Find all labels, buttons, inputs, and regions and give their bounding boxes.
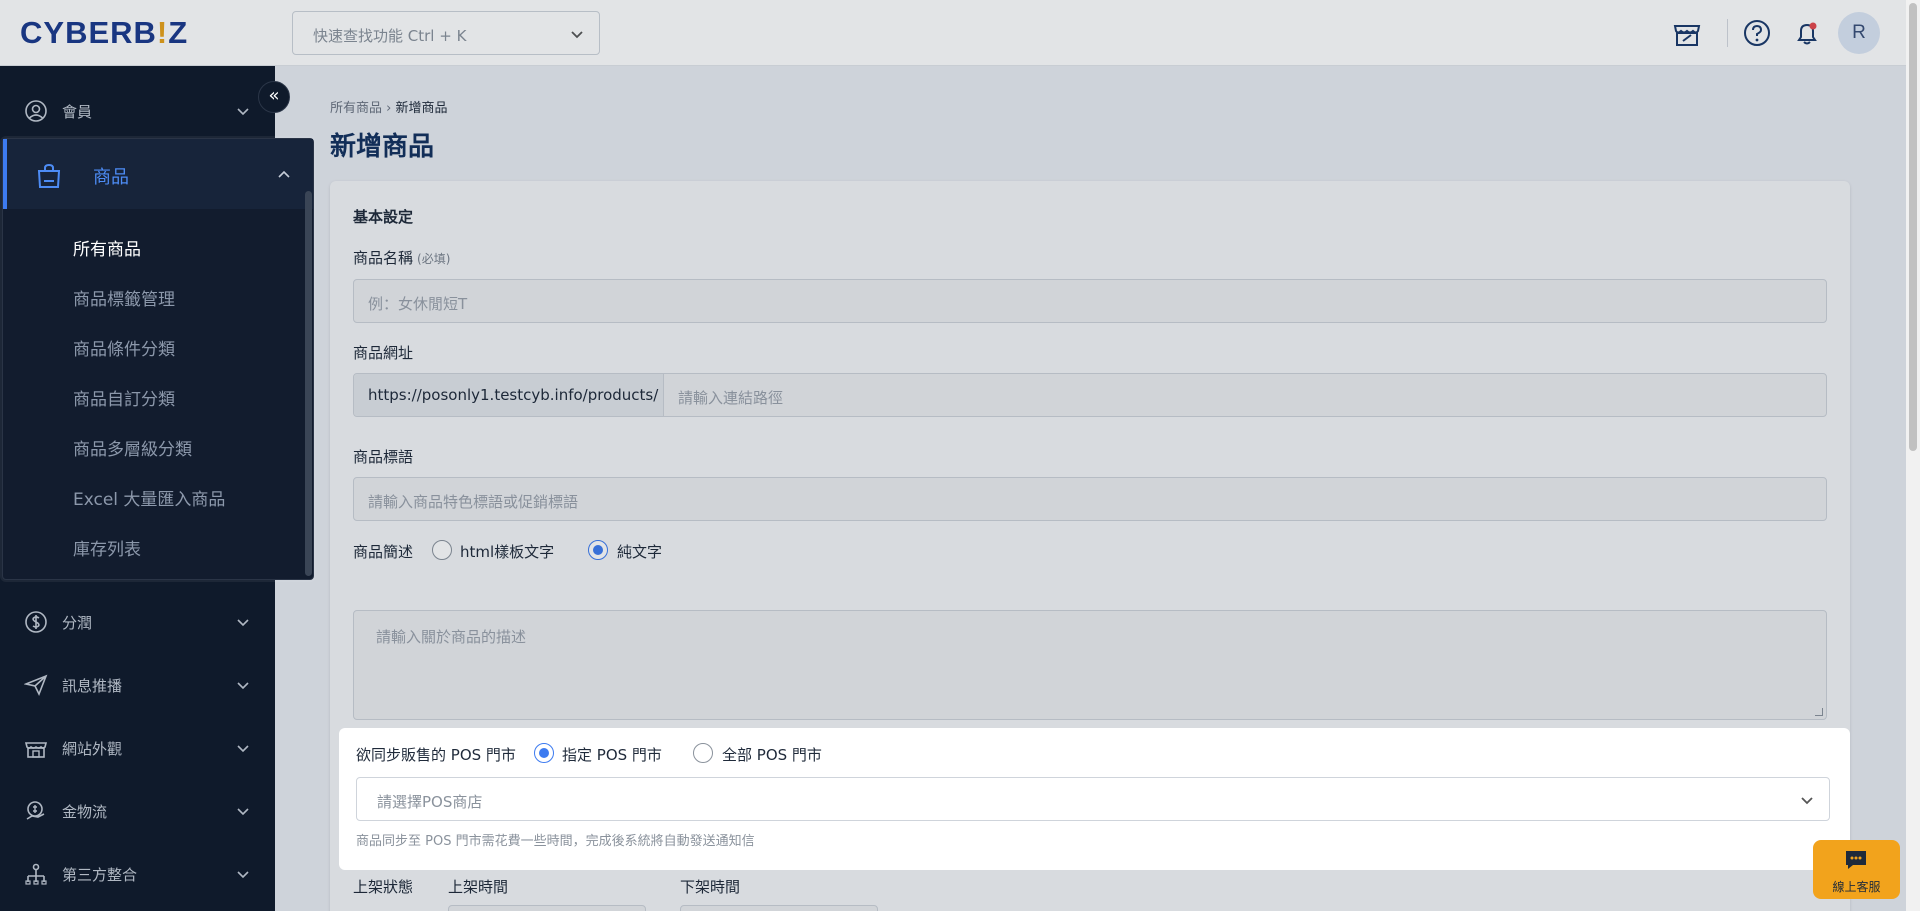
- sidebar-item-label: 訊息推播: [62, 677, 123, 695]
- unpublish-time-label: 下架時間: [680, 878, 741, 896]
- chevron-down-icon: [237, 808, 249, 816]
- sidebar-item-third-party[interactable]: 第三方整合: [0, 843, 275, 905]
- integration-icon: [25, 863, 47, 885]
- section-title: 基本設定: [353, 208, 414, 226]
- radio-plain-text-label[interactable]: 純文字: [617, 541, 662, 562]
- product-name-input[interactable]: 例：女休閒短T: [353, 279, 1827, 323]
- product-slogan-placeholder: 請輸入商品特色標語或促銷標語: [368, 493, 579, 511]
- breadcrumb-separator: ›: [386, 101, 392, 116]
- online-support-button[interactable]: 線上客服: [1813, 840, 1900, 899]
- sidebar-item-commission[interactable]: 分潤: [0, 591, 275, 653]
- submenu-scrollbar[interactable]: [305, 191, 312, 576]
- pos-sync-label: 欲同步販售的 POS 門市: [356, 746, 516, 764]
- user-avatar[interactable]: R: [1838, 12, 1880, 54]
- chevron-down-icon: [237, 745, 249, 753]
- breadcrumb-current: 新增商品: [395, 101, 448, 116]
- required-marker: (必填): [417, 252, 451, 266]
- product-url-input[interactable]: https://posonly1.testcyb.info/products/ …: [353, 373, 1827, 417]
- sidebar-item-label: 金物流: [62, 803, 108, 821]
- product-url-label: 商品網址: [353, 344, 414, 362]
- pos-store-select[interactable]: 請選擇POS商店: [356, 777, 1830, 821]
- breadcrumb-parent[interactable]: 所有商品: [330, 101, 382, 116]
- sidebar-item-products[interactable]: 商品: [3, 139, 313, 209]
- sidebar-item-label: 分潤: [62, 614, 93, 632]
- sidebar-collapse-button[interactable]: «: [258, 81, 290, 113]
- description-type-label: 商品簡述: [353, 543, 414, 561]
- radio-html-template-label[interactable]: html樣板文字: [460, 541, 554, 562]
- publish-status-label: 上架狀態: [353, 878, 414, 896]
- products-submenu: 商品 所有商品 商品標籤管理 商品條件分類 商品自訂分類 商品多層級分類 Exc…: [2, 138, 314, 580]
- submenu-item-custom-category[interactable]: 商品自訂分類: [73, 385, 175, 410]
- sidebar-item-site-appearance[interactable]: 網站外觀: [0, 717, 275, 779]
- radio-html-template[interactable]: [432, 540, 452, 560]
- chevron-up-icon: [278, 170, 290, 178]
- store-icon[interactable]: [1670, 16, 1704, 50]
- sidebar-item-label: 商品: [93, 167, 129, 188]
- sidebar-item-label: 會員: [62, 103, 93, 121]
- chevron-down-icon: [571, 31, 583, 39]
- top-bar: CYBERB!Z 快速查找功能 Ctrl + K R: [0, 0, 1920, 66]
- help-icon[interactable]: [1740, 16, 1774, 50]
- product-description-textarea[interactable]: 請輸入關於商品的描述: [353, 610, 1827, 720]
- sidebar-item-push-messages[interactable]: 訊息推播: [0, 654, 275, 716]
- pos-sync-panel: 欲同步販售的 POS 門市 指定 POS 門市 全部 POS 門市 請選擇POS…: [339, 728, 1850, 870]
- radio-plain-text[interactable]: [588, 540, 608, 560]
- storefront-icon: [24, 742, 48, 758]
- radio-all-pos[interactable]: [693, 743, 713, 763]
- unpublish-time-input[interactable]: [680, 905, 878, 911]
- url-prefix: https://posonly1.testcyb.info/products/: [354, 374, 664, 416]
- submenu-item-excel-import[interactable]: Excel 大量匯入商品: [73, 485, 225, 510]
- notification-bell-icon[interactable]: [1790, 16, 1824, 50]
- quick-search-placeholder: 快速查找功能 Ctrl + K: [313, 27, 467, 45]
- user-circle-icon: [25, 100, 47, 122]
- submenu-item-inventory-list[interactable]: 庫存列表: [73, 535, 141, 560]
- product-name-placeholder: 例：女休閒短T: [368, 295, 468, 313]
- submenu-item-tag-management[interactable]: 商品標籤管理: [73, 285, 175, 310]
- send-icon: [24, 674, 48, 696]
- product-slogan-input[interactable]: 請輸入商品特色標語或促銷標語: [353, 477, 1827, 521]
- pos-store-placeholder: 請選擇POS商店: [377, 793, 483, 811]
- submenu-item-all-products[interactable]: 所有商品: [73, 235, 141, 260]
- brand-logo[interactable]: CYBERB!Z: [20, 15, 188, 51]
- resize-handle[interactable]: [1815, 708, 1823, 716]
- product-slogan-label: 商品標語: [353, 448, 414, 466]
- radio-specific-pos-label[interactable]: 指定 POS 門市: [562, 744, 662, 765]
- page-scrollbar-thumb[interactable]: [1909, 3, 1917, 451]
- sidebar-item-payment-logistics[interactable]: 金物流: [0, 780, 275, 842]
- chevron-down-icon: [237, 108, 249, 116]
- chevron-down-icon: [1801, 797, 1813, 805]
- dollar-icon: [25, 611, 47, 633]
- pos-sync-hint: 商品同步至 POS 門市需花費一些時間，完成後系統將自動發送通知信: [356, 834, 755, 849]
- toolbar-divider: [1727, 19, 1728, 47]
- breadcrumb: 所有商品 › 新增商品: [330, 97, 448, 116]
- shopping-bag-icon: [37, 163, 61, 188]
- radio-specific-pos[interactable]: [534, 743, 554, 763]
- quick-search-select[interactable]: 快速查找功能 Ctrl + K: [292, 11, 600, 55]
- chat-icon: [1846, 851, 1866, 869]
- sidebar-item-members[interactable]: 會員: [0, 80, 275, 142]
- chevron-down-icon: [237, 871, 249, 879]
- product-description-placeholder: 請輸入關於商品的描述: [376, 628, 527, 646]
- product-url-placeholder: 請輸入連結路徑: [678, 389, 784, 407]
- product-name-label: 商品名稱 (必填): [353, 249, 451, 267]
- chevron-down-icon: [237, 682, 249, 690]
- page-title: 新增商品: [330, 132, 435, 162]
- submenu-item-condition-category[interactable]: 商品條件分類: [73, 335, 175, 360]
- online-support-label: 線上客服: [1832, 880, 1881, 894]
- chevron-down-icon: [237, 619, 249, 627]
- radio-all-pos-label[interactable]: 全部 POS 門市: [722, 744, 822, 765]
- submenu-item-multilevel-category[interactable]: 商品多層級分類: [73, 435, 192, 460]
- publish-time-label: 上架時間: [448, 878, 509, 896]
- payment-icon: [26, 801, 45, 820]
- sidebar-item-label: 第三方整合: [62, 866, 138, 884]
- sidebar-item-label: 網站外觀: [62, 740, 123, 758]
- publish-time-input[interactable]: [448, 905, 646, 911]
